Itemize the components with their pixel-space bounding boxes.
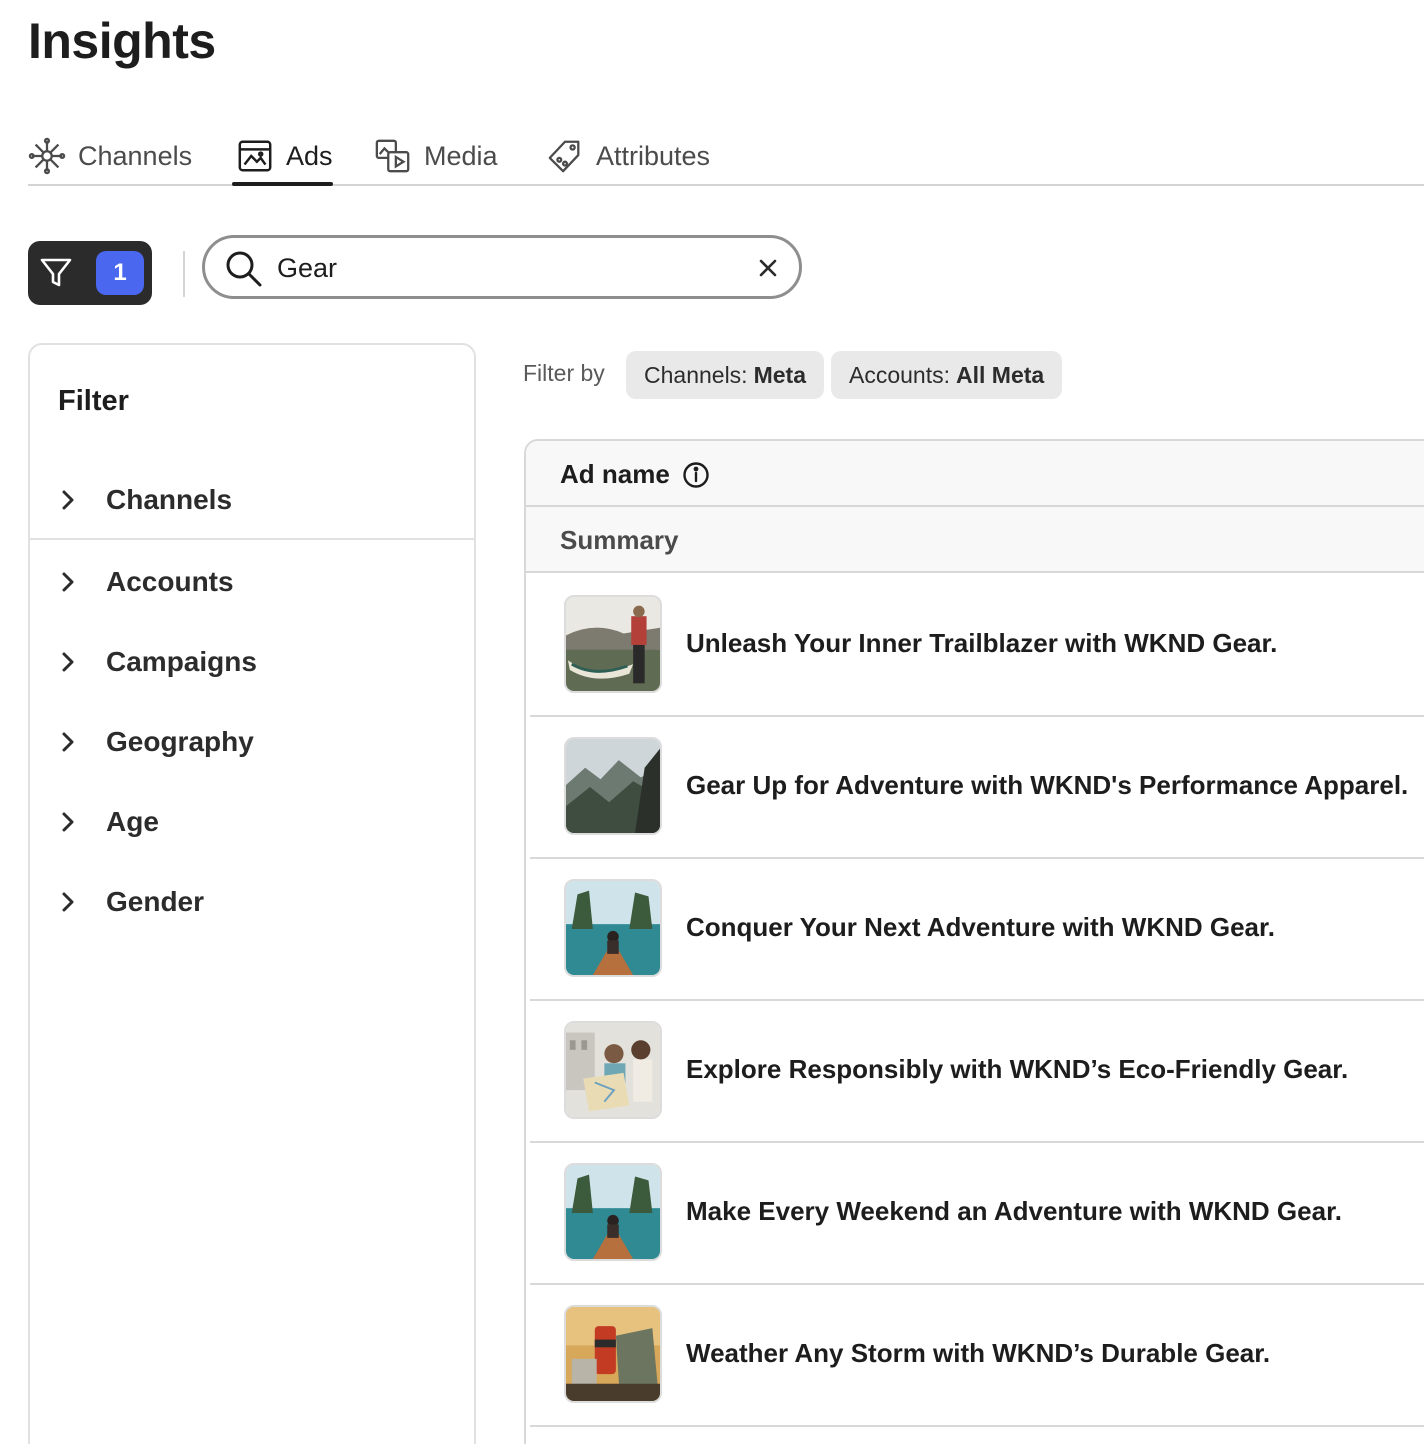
filter-item-geography[interactable]: Geography	[30, 712, 474, 772]
filter-toggle-button[interactable]: 1	[28, 241, 152, 305]
ad-name: Make Every Weekend an Adventure with WKN…	[686, 1196, 1342, 1226]
filter-item-age[interactable]: Age	[30, 792, 474, 852]
summary-row: Summary	[526, 507, 1424, 573]
filter-item-label: Campaigns	[106, 646, 257, 677]
filter-item-label: Gender	[106, 886, 205, 917]
search-field[interactable]	[202, 235, 802, 299]
filter-item-label: Accounts	[106, 566, 234, 597]
chevron-right-icon	[62, 490, 74, 510]
attributes-icon	[548, 140, 580, 173]
filter-item-accounts[interactable]: Accounts	[30, 552, 474, 612]
filter-panel-heading: Filter	[58, 385, 129, 417]
chip-key: Channels:	[644, 361, 748, 388]
chip-value: Meta	[753, 361, 806, 388]
filter-item-label: Geography	[106, 726, 254, 757]
ads-icon	[238, 140, 272, 172]
channels-icon	[28, 137, 66, 175]
clear-search-icon[interactable]	[755, 255, 781, 281]
chip-key: Accounts:	[849, 361, 950, 388]
summary-label: Summary	[560, 525, 679, 555]
media-icon	[375, 139, 410, 173]
search-input[interactable]	[277, 248, 737, 288]
tab-label: Attributes	[596, 140, 711, 171]
filter-item-label: Channels	[106, 484, 233, 515]
ad-name: Unleash Your Inner Trailblazer with WKND…	[686, 628, 1278, 658]
filter-panel: Filter Channels Accounts Campaigns Geogr…	[28, 343, 476, 1444]
table-row[interactable]: Weather Any Storm with WKND’s Durable Ge…	[530, 1285, 1424, 1427]
filter-item-label: Age	[106, 806, 159, 837]
tab-label: Ads	[286, 140, 333, 171]
info-icon[interactable]	[682, 461, 710, 489]
mountain-ridge-image	[564, 737, 662, 835]
search-icon	[226, 251, 262, 287]
chevron-right-icon	[62, 812, 74, 832]
camping-gear-image	[564, 1305, 662, 1403]
lake-hiker-image	[564, 595, 662, 693]
filter-chip-channels[interactable]: Channels: Meta	[626, 351, 824, 399]
filter-chip-accounts[interactable]: Accounts: All Meta	[831, 351, 1063, 399]
travelers-map-image	[564, 1021, 662, 1119]
filter-divider	[30, 538, 474, 540]
toolbar-divider	[183, 251, 185, 297]
ads-table: Ad name Summary Unleash Your Inner Trail	[524, 439, 1424, 1444]
chip-value: All Meta	[956, 361, 1045, 388]
boat-lagoon-image	[564, 879, 662, 977]
tab-label: Media	[424, 140, 498, 171]
ad-name: Conquer Your Next Adventure with WKND Ge…	[686, 912, 1275, 942]
filter-item-channels[interactable]: Channels	[30, 470, 474, 530]
table-row[interactable]: Make Every Weekend an Adventure with WKN…	[530, 1143, 1424, 1285]
chevron-right-icon	[62, 892, 74, 912]
tab-bar: Channels Ads Media Attributes	[28, 128, 1424, 186]
table-row[interactable]: Explore Responsibly with WKND’s Eco-Frie…	[530, 1001, 1424, 1143]
ad-name: Weather Any Storm with WKND’s Durable Ge…	[686, 1338, 1271, 1368]
tab-ads[interactable]: Ads	[232, 128, 333, 186]
filter-by-label: Filter by	[523, 360, 605, 386]
table-row[interactable]: Conquer Your Next Adventure with WKND Ge…	[530, 859, 1424, 1001]
table-header: Ad name	[526, 441, 1424, 507]
tab-media[interactable]: Media	[374, 128, 498, 184]
filter-item-gender[interactable]: Gender	[30, 872, 474, 932]
filter-count-badge: 1	[96, 251, 144, 295]
page-title: Insights	[28, 13, 216, 69]
column-header-ad-name[interactable]: Ad name	[560, 459, 670, 490]
table-row[interactable]: Gear Up for Adventure with WKND's Perfor…	[530, 717, 1424, 859]
table-row[interactable]: Unleash Your Inner Trailblazer with WKND…	[530, 575, 1424, 717]
tab-channels[interactable]: Channels	[28, 128, 192, 184]
tab-attributes[interactable]: Attributes	[546, 128, 710, 184]
chevron-right-icon	[62, 572, 74, 592]
filter-icon	[40, 258, 72, 287]
ad-name: Explore Responsibly with WKND’s Eco-Frie…	[686, 1054, 1349, 1084]
ad-name: Gear Up for Adventure with WKND's Perfor…	[686, 770, 1409, 800]
filter-item-campaigns[interactable]: Campaigns	[30, 632, 474, 692]
chevron-right-icon	[62, 732, 74, 752]
tab-label: Channels	[78, 140, 193, 171]
chevron-right-icon	[62, 652, 74, 672]
boat-lagoon-image	[564, 1163, 662, 1261]
